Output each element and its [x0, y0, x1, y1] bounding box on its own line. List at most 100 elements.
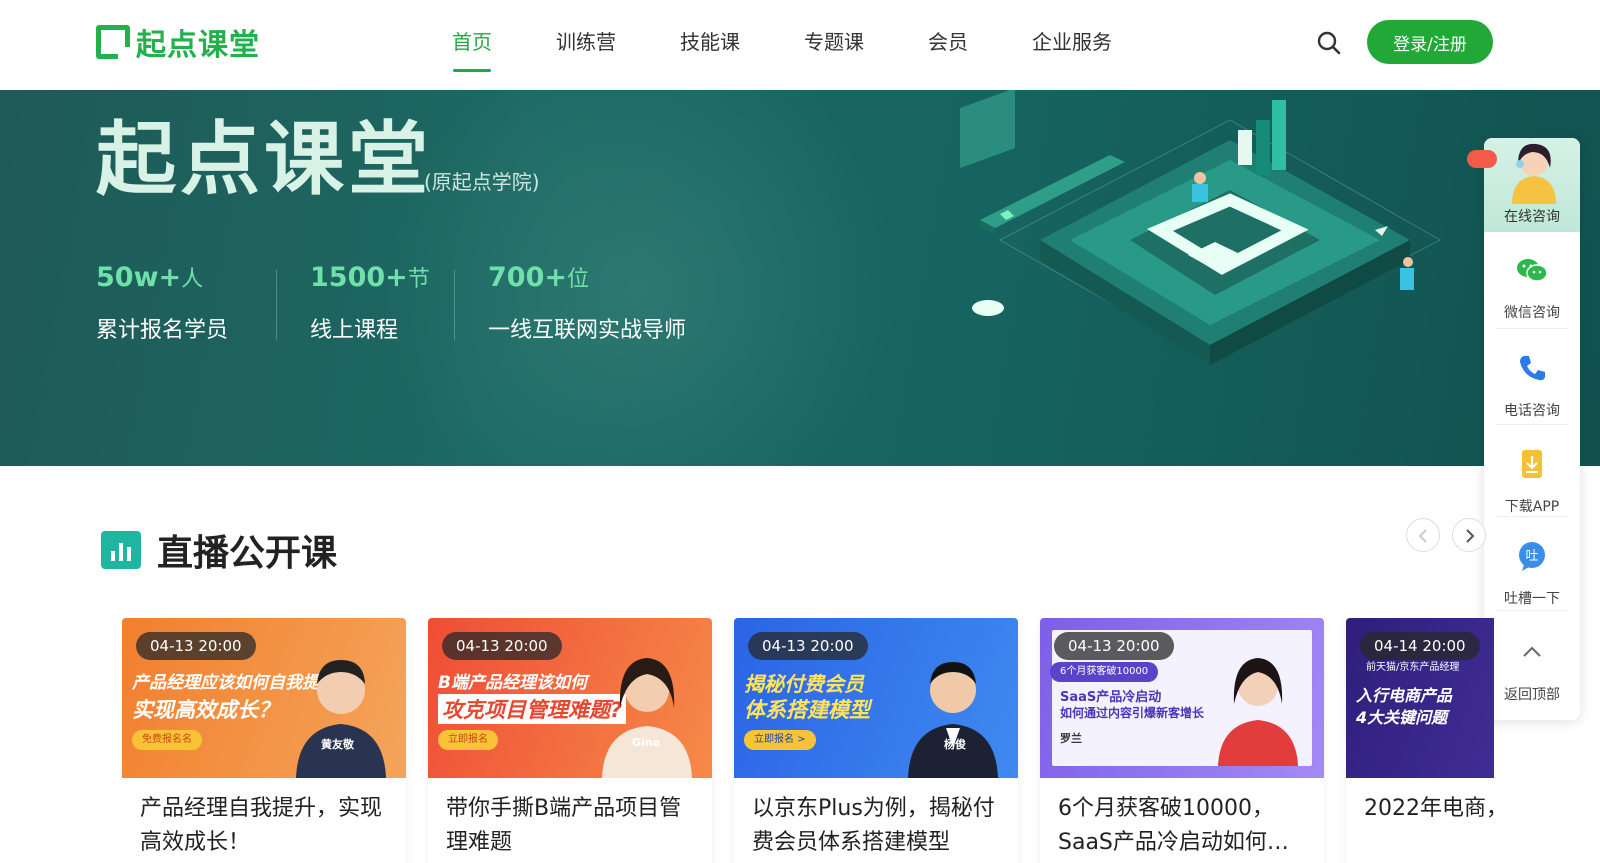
- course-card[interactable]: 04-13 20:00 揭秘付费会员 体系搭建模型 立即报名 > 杨俊 以京东P…: [734, 618, 1018, 863]
- search-icon[interactable]: [1316, 30, 1342, 56]
- stat-unit: 位: [566, 267, 589, 292]
- login-register-button[interactable]: 登录/注册: [1367, 20, 1493, 64]
- banner-illustration: [960, 90, 1442, 365]
- logo-text: 起点课堂: [136, 28, 260, 63]
- live-section-header: 直播公开课: [101, 530, 337, 574]
- nav-skill-courses[interactable]: 技能课: [680, 0, 740, 90]
- stat-unit: 人: [181, 267, 204, 292]
- cover-tag: 立即报名 >: [744, 730, 816, 750]
- bar-chart-icon: [101, 531, 141, 569]
- download-app-label: 下载APP: [1504, 499, 1560, 515]
- cover-tag: 免费报名名: [132, 730, 202, 750]
- course-card[interactable]: 04-13 20:00 B端产品经理该如何 攻克项目管理难题? 立即报名 Gin…: [428, 618, 712, 863]
- carousel-prev-button[interactable]: [1406, 518, 1440, 552]
- live-time-badge: 04-13 20:00: [442, 632, 562, 660]
- side-divider: [1496, 424, 1568, 425]
- course-title: 2022年电商，多“稳”？4: [1364, 796, 1494, 821]
- hero-banner: 起点课堂 (原起点学院) 50w+人 累计报名学员 1500+节 线上课程 70…: [0, 90, 1600, 466]
- stat-courses: 1500+节 线上课程: [310, 258, 430, 344]
- course-card[interactable]: 04-13 20:00 产品经理应该如何自我提升 实现高效成长？ 免费报名名 黄…: [122, 618, 406, 863]
- cover-caption: 实现高效成长？: [132, 698, 279, 722]
- speaker-photo: [908, 662, 998, 778]
- cover-caption: 揭秘付费会员: [744, 672, 864, 696]
- live-time-badge: 04-13 20:00: [748, 632, 868, 660]
- cover-caption: 4大关键问题: [1356, 708, 1448, 727]
- cover-caption: 体系搭建模型: [744, 698, 870, 722]
- back-to-top[interactable]: 返回顶部: [1494, 634, 1570, 704]
- side-divider: [1496, 610, 1568, 611]
- main-nav: 首页 训练营 技能课 专题课 会员 企业服务: [452, 0, 1176, 90]
- stat-number: 50w+人: [96, 258, 228, 300]
- consultant-avatar-icon: [1512, 143, 1556, 204]
- cover-tag: 6个月获客破10000: [1050, 662, 1159, 682]
- speaker-name: 罗兰: [1060, 732, 1082, 745]
- stat-number: 700+位: [488, 258, 686, 300]
- course-title: 带你手撕B端产品项目管理难题: [446, 796, 682, 855]
- speaker-photo: [602, 658, 692, 778]
- chevron-up-icon: [1523, 646, 1541, 657]
- stat-label: 一线互联网实战导师: [488, 318, 687, 343]
- stat-label: 线上课程: [310, 318, 399, 343]
- course-cover: 04-13 20:00 产品经理应该如何自我提升 实现高效成长？ 免费报名名 黄…: [122, 618, 406, 778]
- download-icon: [1522, 450, 1542, 478]
- wechat-consult[interactable]: 微信咨询: [1494, 252, 1570, 322]
- live-time-badge: 04-13 20:00: [136, 632, 256, 660]
- cover-caption: 入行电商产品: [1356, 686, 1453, 705]
- live-time-badge: 04-13 20:00: [1054, 632, 1174, 660]
- stat-value: 700+: [488, 262, 567, 293]
- banner-title: 起点课堂: [96, 113, 432, 206]
- feedback-icon: 吐: [1519, 542, 1545, 571]
- phone-consult-label: 电话咨询: [1504, 403, 1560, 419]
- stat-label: 累计报名学员: [96, 318, 229, 343]
- logo[interactable]: 起点课堂: [96, 22, 260, 63]
- banner-subtitle: (原起点学院): [424, 170, 540, 194]
- nav-enterprise[interactable]: 企业服务: [1032, 0, 1112, 90]
- phone-icon: [1520, 356, 1545, 381]
- speaker-name: Gina: [631, 736, 660, 749]
- online-consult-label: 在线咨询: [1504, 209, 1560, 225]
- top-header: 起点课堂 首页 训练营 技能课 专题课 会员 企业服务 登录/注册: [0, 0, 1600, 90]
- cover-tag: 立即报名: [438, 730, 498, 750]
- stat-value: 1500+: [310, 262, 408, 293]
- course-cover: 04-13 20:00 揭秘付费会员 体系搭建模型 立即报名 > 杨俊: [734, 618, 1018, 778]
- live-time-badge: 04-14 20:00: [1360, 632, 1480, 660]
- download-app[interactable]: 下载APP: [1494, 446, 1570, 516]
- course-title: 以京东Plus为例，揭秘付费会员体系搭建模型: [752, 796, 995, 855]
- side-divider: [1496, 328, 1568, 329]
- cover-caption: B端产品经理该如何: [438, 673, 587, 693]
- wechat-consult-label: 微信咨询: [1504, 305, 1560, 321]
- stat-number: 1500+节: [310, 258, 430, 300]
- course-cover: 04-13 20:00 B端产品经理该如何 攻克项目管理难题? 立即报名 Gin…: [428, 618, 712, 778]
- carousel-next-button[interactable]: [1452, 518, 1486, 552]
- online-consult[interactable]: 在线咨询: [1484, 138, 1580, 232]
- feedback-label: 吐槽一下: [1504, 591, 1560, 607]
- course-title: 6个月获客破10000，SaaS产品冷启动如何…: [1058, 796, 1289, 855]
- stat-mentors: 700+位 一线互联网实战导师: [488, 258, 686, 344]
- course-card[interactable]: 04-13 20:00 6个月获客破10000 SaaS产品冷启动 如何通过内容…: [1040, 618, 1324, 863]
- live-course-list: 04-13 20:00 产品经理应该如何自我提升 实现高效成长？ 免费报名名 黄…: [122, 618, 1494, 863]
- logo-mark-icon: [96, 25, 130, 59]
- course-cover: 04-13 20:00 6个月获客破10000 SaaS产品冷启动 如何通过内容…: [1040, 618, 1324, 778]
- speaker-photo: [296, 660, 386, 778]
- feedback[interactable]: 吐 吐槽一下: [1494, 538, 1570, 608]
- speaker-name: 黄友敬: [321, 738, 354, 751]
- nav-training-camp[interactable]: 训练营: [556, 0, 616, 90]
- stat-students: 50w+人 累计报名学员: [96, 258, 228, 344]
- nav-home[interactable]: 首页: [452, 0, 492, 90]
- course-title: 产品经理自我提升，实现高效成长！: [140, 796, 383, 855]
- nav-topic-courses[interactable]: 专题课: [804, 0, 864, 90]
- course-card[interactable]: 04-14 20:00 前天猫/京东产品经理 入行电商产品 4大关键问题 202…: [1346, 618, 1494, 863]
- svg-text:吐: 吐: [1525, 549, 1538, 564]
- back-to-top-label: 返回顶部: [1504, 687, 1560, 703]
- speaker-photo: [1218, 658, 1298, 766]
- stat-unit: 节: [407, 267, 430, 292]
- stat-divider: [454, 270, 455, 340]
- phone-consult[interactable]: 电话咨询: [1494, 350, 1570, 420]
- course-cover: 04-14 20:00 前天猫/京东产品经理 入行电商产品 4大关键问题: [1346, 618, 1494, 778]
- chat-bubble-icon: [1467, 150, 1497, 168]
- nav-membership[interactable]: 会员: [928, 0, 968, 90]
- speaker-name: 杨俊: [944, 738, 966, 751]
- live-section-title: 直播公开课: [157, 533, 338, 574]
- side-float-bar: 在线咨询 微信咨询 电话咨询 下载APP 吐 吐槽一下 返回顶部: [1484, 138, 1580, 720]
- side-divider: [1496, 516, 1568, 517]
